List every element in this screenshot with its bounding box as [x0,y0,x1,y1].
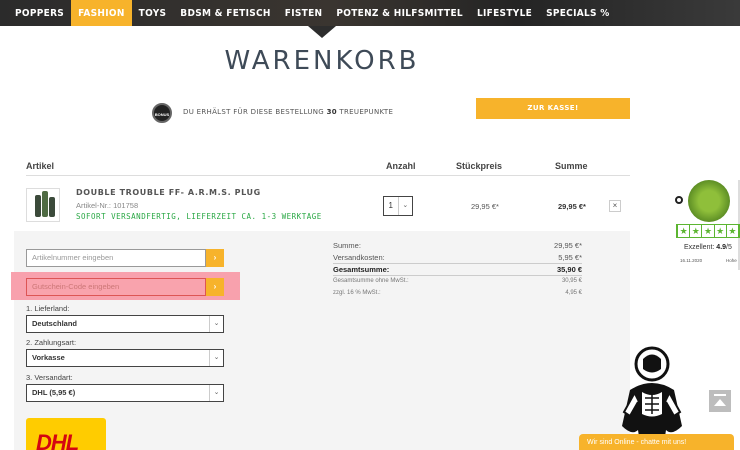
line-sum: 29,95 €* [558,202,586,211]
bonus-text-after: TREUEPUNKTE [336,108,394,116]
quantity-select[interactable]: 1 ⌄ [383,196,413,216]
nav-item-specials[interactable]: SPECIALS % [539,0,616,26]
summary-label: Summe: [333,241,361,250]
column-header-quantity: Anzahl [386,161,416,171]
shipping-method-label: 3. Versandart: [26,373,73,382]
summary-value: 4,95 € [565,290,582,296]
page-title: WARENKORB [224,46,420,76]
trusted-shops-icon[interactable] [675,196,683,204]
dhl-logo: DHL [26,418,106,450]
column-header-article: Artikel [26,161,55,171]
star-icon: ★ [714,225,726,237]
dhl-logo-text: DHL [36,430,79,450]
unit-price: 29,95 €* [471,202,499,211]
bonus-points-value: 30 [326,108,337,116]
summary-value: 35,90 € [556,265,582,274]
summary-value: 30,95 € [561,278,582,284]
payment-label: 2. Zahlungsart: [26,338,77,347]
top-navigation: POPPERS FASHION TOYS BDSM & FETISCH FISTEN PO… [0,0,740,38]
summary-value: 5,95 €* [558,253,582,262]
chevron-down-icon: ⌄ [209,385,223,401]
country-select[interactable]: Deutschland ⌄ [26,315,224,333]
product-image-part [49,197,55,217]
payment-select[interactable]: Vorkasse ⌄ [26,349,224,367]
shipping-method-select[interactable]: DHL (5,95 €) ⌄ [26,384,224,402]
quality-seal-icon [688,180,730,222]
remove-item-button[interactable]: × [609,200,621,212]
summary-label: Gesamtsumme ohne MwSt.: [333,278,409,284]
country-value: Deutschland [32,319,78,328]
product-image-part [35,195,41,217]
review-date: 16.11.2020 [680,258,703,263]
nav-item-poppers[interactable]: POPPERS [8,0,71,26]
product-thumbnail[interactable] [26,188,60,222]
live-chat-button[interactable]: Wir sind Online - chatte mit uns! [579,434,734,450]
nav-item-fashion[interactable]: FASHION [71,0,132,26]
column-header-unit-price: Stückpreis [456,161,503,171]
column-header-sum: Summe [555,161,588,171]
star-icon: ★ [678,225,690,237]
country-label: 1. Lieferland: [26,304,70,313]
rating-label: Exzellent: [684,244,717,251]
rating-stars[interactable]: ★ ★ ★ ★ ★ [676,224,740,238]
bonus-points-text: DU ERHÄLST FÜR DIESE BESTELLUNG 30 TREUE… [183,108,393,116]
nav-item-lifestyle[interactable]: LIFESTYLE [470,0,539,26]
nav-item-toys[interactable]: TOYS [132,0,174,26]
summary-label: Gesamtsumme: [333,265,390,274]
nav-item-bdsm-fetisch[interactable]: BDSM & FETISCH [173,0,277,26]
chevron-down-icon: ⌄ [209,350,223,366]
nav-item-potenz-hilfsmittel[interactable]: POTENZ & HILFSMITTEL [329,0,470,26]
rating-score: 4.9 [716,244,727,251]
star-icon: ★ [690,225,702,237]
bonus-text-before: DU ERHÄLST FÜR DIESE BESTELLUNG [183,108,327,116]
bonus-badge-icon: BONUS [152,103,172,123]
arrow-up-icon [714,399,726,406]
rating-summary: Exzellent: 4.9/5 [684,244,732,251]
quantity-value: 1 [384,197,399,215]
top-bar-icon [714,394,726,396]
product-article-number: Artikel-Nr.: 101758 [76,201,139,210]
star-icon: ★ [726,225,739,237]
summary-divider [333,275,582,276]
header-divider [26,175,630,176]
shipping-method-value: DHL (5,95 €) [32,388,76,397]
summary-value: 29,95 €* [554,241,582,250]
star-icon: ★ [702,225,714,237]
chevron-down-icon: ⌄ [209,316,223,332]
rating-max: /5 [726,244,732,251]
nav-dropdown-indicator [308,26,336,38]
summary-divider [333,263,582,264]
checkout-button[interactable]: ZUR KASSE! [476,98,630,119]
summary-label: zzgl. 16 % MwSt.: [333,290,381,296]
product-name-link[interactable]: DOUBLE TROUBLE FF- A.R.M.S. PLUG [76,188,261,197]
article-number-input[interactable]: Artikelnummer eingeben [26,249,206,267]
add-article-button[interactable]: › [206,249,224,267]
chevron-down-icon: ⌄ [402,202,409,209]
voucher-code-input[interactable]: Gutschein-Code eingeben [26,278,206,296]
payment-value: Vorkasse [32,353,65,362]
product-shipping-status: SOFORT VERSANDFERTIG, LIEFERZEIT CA. 1-3… [76,212,322,221]
scroll-to-top-button[interactable] [709,390,731,412]
nav-items: POPPERS FASHION TOYS BDSM & FETISCH FISTEN PO… [8,0,617,26]
summary-label: Versandkosten: [333,253,385,262]
redeem-voucher-button[interactable]: › [206,278,224,296]
review-verified: Hohe [726,258,737,263]
product-image-part [42,191,48,217]
nav-item-fisten[interactable]: FISTEN [278,0,330,26]
